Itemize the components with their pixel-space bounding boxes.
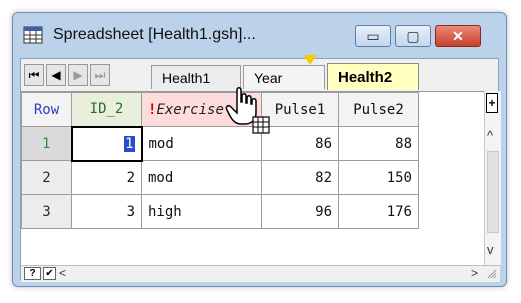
cell-exercise[interactable]: high [141,194,262,229]
cell-pulse2[interactable]: 176 [338,194,419,229]
tab-health2[interactable]: Health2 [327,63,419,90]
col-header-row[interactable]: Row [21,92,72,127]
minimize-icon: ▭ [366,27,380,44]
cell-id[interactable]: 2 [71,160,142,195]
prev-sheet-button[interactable]: ◀ [46,64,66,86]
header-row: Row ID_2 !Exercise Pulse1 Pulse2 [21,92,419,127]
maximize-button[interactable]: ▢ [395,25,431,47]
scroll-up-icon[interactable]: ^ [487,128,493,143]
last-icon: ⏭ [94,67,106,82]
col-header-pulse2[interactable]: Pulse2 [338,92,419,127]
col-header-id2[interactable]: ID_2 [71,92,142,127]
cell-exercise[interactable]: mod [141,126,262,161]
cell-pulse1[interactable]: 86 [261,126,339,161]
help-button[interactable]: ? [24,267,41,280]
table-row: 1 1 mod 86 88 [21,125,419,162]
tab-drop-marker-icon [303,55,317,65]
cell-pulse1[interactable]: 96 [261,194,339,229]
first-icon: ⏮ [28,67,40,82]
cell-cursor-icon [252,116,270,134]
cell-pulse1[interactable]: 82 [261,160,339,195]
scroll-down-icon[interactable]: v [487,242,494,257]
row-number[interactable]: 2 [21,160,72,195]
close-button[interactable]: ✕ [435,25,481,47]
title-bar: Spreadsheet [Health1.gsh]... ▭ ▢ ✕ [13,13,506,57]
row-number[interactable]: 1 [21,126,72,161]
scroll-left-icon[interactable]: < [59,266,66,280]
spreadsheet-client: ⏮ ◀ ▶ ⏭ Health1 Year Health2 Row ID_2 !E… [20,58,501,282]
next-icon: ▶ [73,68,83,82]
prev-icon: ◀ [51,68,61,82]
insert-row-button[interactable]: + [486,93,498,113]
scroll-thumb[interactable] [487,151,499,233]
cell-pulse2[interactable]: 88 [338,126,419,161]
last-sheet-button[interactable]: ⏭ [90,64,110,86]
checkbox[interactable]: ✔ [43,267,56,280]
maximize-icon: ▢ [406,27,420,44]
sheet-navigation: ⏮ ◀ ▶ ⏭ [24,64,110,90]
next-sheet-button[interactable]: ▶ [68,64,88,86]
col-header-exercise-label: Exercise [156,101,224,118]
vertical-scrollbar[interactable]: + ^ v [484,91,501,265]
cell-exercise[interactable]: mod [141,160,262,195]
resize-grip-icon[interactable] [487,269,497,279]
data-table: Row ID_2 !Exercise Pulse1 Pulse2 1 1 mod… [21,92,419,229]
cell-id[interactable]: 3 [71,194,142,229]
minimize-button[interactable]: ▭ [355,25,391,47]
row-number[interactable]: 3 [21,194,72,229]
window-title: Spreadsheet [Health1.gsh]... [53,26,256,43]
col-header-pulse1[interactable]: Pulse1 [261,92,339,127]
first-sheet-button[interactable]: ⏮ [24,64,44,86]
scroll-right-icon[interactable]: > [471,266,478,280]
table-row: 2 2 mod 82 150 [21,160,419,195]
selected-cell-text: 1 [124,135,135,152]
spreadsheet-grid-icon [23,26,43,44]
cell-pulse2[interactable]: 150 [338,160,419,195]
horizontal-scrollbar[interactable]: ? ✔ < > [21,265,500,282]
cell-id[interactable]: 1 [70,125,143,162]
spreadsheet-window: Spreadsheet [Health1.gsh]... ▭ ▢ ✕ ⏮ ◀ ▶… [12,12,507,287]
table-row: 3 3 high 96 176 [21,194,419,229]
close-icon: ✕ [452,27,464,44]
